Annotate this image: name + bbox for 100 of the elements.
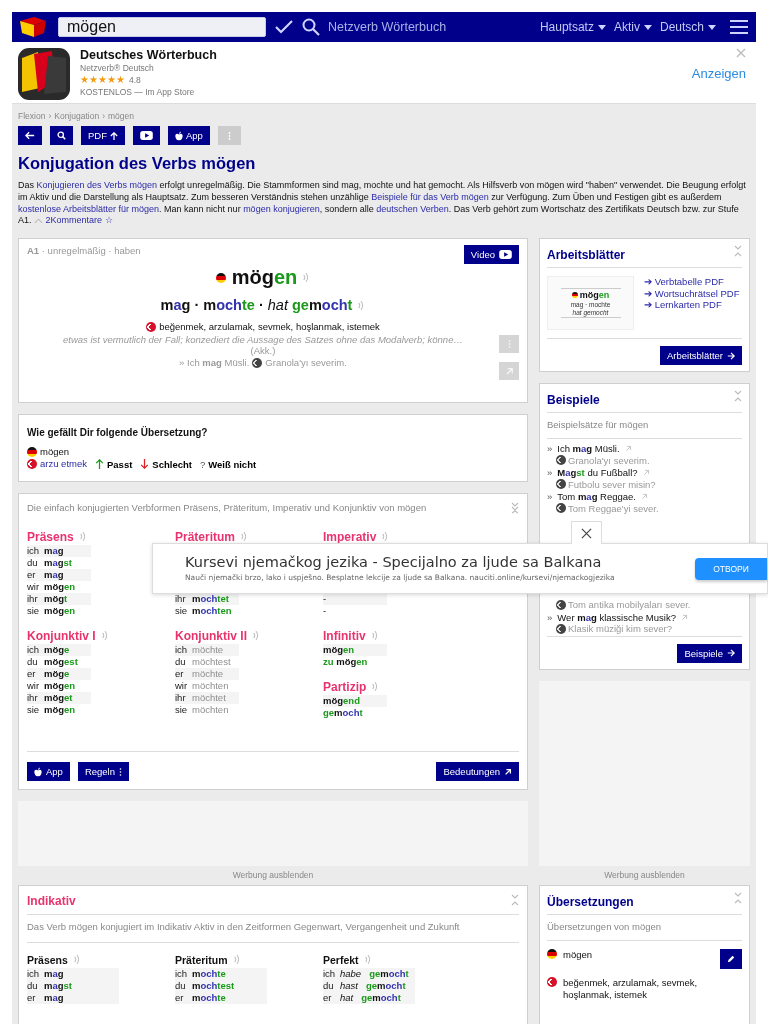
example-sentence[interactable]: Wer mag klassische Musik?: [557, 611, 676, 624]
meanings-button[interactable]: Bedeutungen: [436, 762, 519, 782]
search-button[interactable]: [50, 126, 73, 145]
app-button[interactable]: App: [27, 762, 70, 782]
external-link-icon[interactable]: [642, 469, 650, 477]
external-link-button[interactable]: [499, 362, 519, 381]
speaker-icon[interactable]: [73, 954, 81, 966]
more-button[interactable]: [499, 335, 519, 354]
collapse-icon[interactable]: [734, 892, 742, 905]
speaker-icon[interactable]: [233, 954, 241, 966]
turkish-flag-icon: [556, 623, 566, 634]
search-icon: [57, 131, 66, 140]
collapse-icon[interactable]: [734, 245, 742, 258]
conjugation-row-text: -: [323, 605, 328, 618]
logo-icon[interactable]: [18, 15, 48, 39]
turkish-flag-icon: [556, 599, 566, 610]
pdf-link[interactable]: ➔ Lernkarten PDF: [644, 299, 740, 311]
translation-link[interactable]: arzu etmek: [40, 458, 87, 471]
search-icon[interactable]: [302, 18, 320, 36]
chevron-icon[interactable]: [34, 218, 44, 224]
open-link[interactable]: Anzeigen: [691, 66, 746, 81]
speaker-icon[interactable]: [241, 531, 249, 543]
edit-button[interactable]: [720, 949, 742, 970]
worksheets-button[interactable]: Arbeitsblätter: [660, 346, 742, 366]
external-link-icon[interactable]: [641, 493, 648, 501]
speaker-icon[interactable]: [382, 531, 390, 543]
collapse-icon[interactable]: [511, 502, 519, 515]
example-sentence[interactable]: Ich mag Müsli.: [557, 443, 620, 455]
text-link[interactable]: Beispiele für das Verb mögen: [371, 191, 489, 202]
translation-text: beğenmek, arzulamak, sevmek, hoşlanmak, istemek: [159, 321, 380, 333]
check-icon[interactable]: [274, 19, 294, 35]
back-button[interactable]: [18, 126, 42, 145]
search-field[interactable]: mögen: [58, 17, 266, 37]
conjugation-row: ich habe gemocht: [323, 968, 415, 981]
definition-text: etwas ist vermutlich der Fall; konzediert die Aussage des Satzes ohne das Modalverb; könne…: [63, 334, 463, 346]
example-sentence[interactable]: Magst du Fußball?: [557, 467, 638, 479]
text-link[interactable]: deutschen Verben: [376, 203, 449, 214]
collapse-icon[interactable]: [734, 390, 742, 403]
page-title: Konjugation des Verbs mögen: [18, 154, 257, 173]
speaker-icon[interactable]: [371, 630, 379, 642]
close-button[interactable]: [571, 521, 602, 544]
speaker-icon[interactable]: [364, 954, 372, 966]
speaker-icon[interactable]: [79, 531, 87, 543]
speaker-icon[interactable]: [358, 299, 366, 311]
external-link-icon[interactable]: [680, 613, 688, 621]
examples-button[interactable]: Beispiele: [677, 643, 742, 663]
video-button[interactable]: Video: [463, 245, 519, 265]
turkish-flag-icon: [547, 977, 557, 988]
conjugation-row: du mochtest: [175, 980, 267, 993]
example-sentence[interactable]: Tom mag Reggae.: [557, 491, 636, 503]
text-link[interactable]: mögen konjugieren: [243, 203, 320, 214]
fits-button[interactable]: Passt: [95, 458, 133, 470]
speaker-icon[interactable]: [372, 681, 380, 693]
bad-button[interactable]: Schlecht: [140, 458, 192, 470]
pdf-button[interactable]: PDF: [81, 126, 125, 145]
rating-value: 4.8: [129, 74, 141, 86]
arrow-icon: [25, 131, 35, 140]
conjugation-row: ihr möget: [27, 692, 91, 705]
comments-link[interactable]: 2Kommentare ☆: [45, 215, 113, 226]
conjugation-row: er mochte: [175, 992, 267, 1005]
external-link-icon[interactable]: [624, 445, 632, 453]
site-name: Netzverb Wörterbuch: [328, 20, 447, 34]
conjugation-row-text: gemocht: [323, 707, 364, 720]
close-icon[interactable]: [736, 48, 746, 58]
card-title: Indikativ: [27, 894, 76, 909]
ad-title: Kursevi njemačkog jezika - Specijalno za ljude sa Balkana: [185, 554, 603, 570]
caret-icon: [597, 24, 606, 30]
speaker-icon[interactable]: [101, 630, 109, 642]
german-flag-icon: [547, 949, 557, 960]
breadcrumb-separator: ›: [48, 111, 52, 121]
dropdown-button[interactable]: Deutsch: [659, 20, 716, 34]
dropdown-button[interactable]: Aktiv: [613, 20, 652, 34]
unsure-button[interactable]: ? Weiß nicht: [199, 458, 257, 470]
turkish-flag-icon: [556, 455, 566, 466]
breadcrumb-separator: ›: [102, 111, 105, 121]
pdf-link[interactable]: ➔ Verbtabelle PDF: [644, 276, 740, 288]
app-name: Deutsches Wörterbuch: [80, 48, 217, 62]
app-icon[interactable]: [18, 48, 70, 100]
text-link[interactable]: Konjugieren des Verbs mögen: [36, 180, 158, 190]
dots-icon: [119, 766, 122, 777]
collapse-icon[interactable]: [511, 894, 519, 907]
conjugation-row: mögend: [323, 695, 387, 708]
conjugation-row: ihr mögt: [27, 593, 91, 606]
bullet-mark: »: [547, 467, 553, 479]
turkish-flag-icon: [556, 503, 566, 514]
conjugation-row-text: sie mögen: [27, 605, 77, 618]
down-arrow-icon: [140, 459, 150, 470]
app-price: KOSTENLOS — Im App Store: [80, 86, 196, 98]
tense-heading: Präsens: [27, 529, 74, 544]
card-title: Beispiele: [547, 393, 600, 408]
speaker-icon[interactable]: [253, 630, 260, 642]
menu-icon[interactable]: [730, 19, 748, 35]
speaker-icon[interactable]: [303, 272, 311, 284]
dropdown-button[interactable]: Hauptsatz: [539, 20, 606, 34]
app-button[interactable]: App: [168, 126, 210, 145]
card-description: Die einfach konjugierten Verbformen Präsens, Präteritum, Imperativ und Konjunktiv von mögen: [27, 502, 427, 514]
conjugation-row: er mag: [27, 569, 91, 582]
video-button[interactable]: [133, 126, 160, 145]
rules-button[interactable]: Regeln: [77, 762, 129, 782]
pdf-link[interactable]: ➔ Wortsuchrätsel PDF: [644, 287, 740, 300]
